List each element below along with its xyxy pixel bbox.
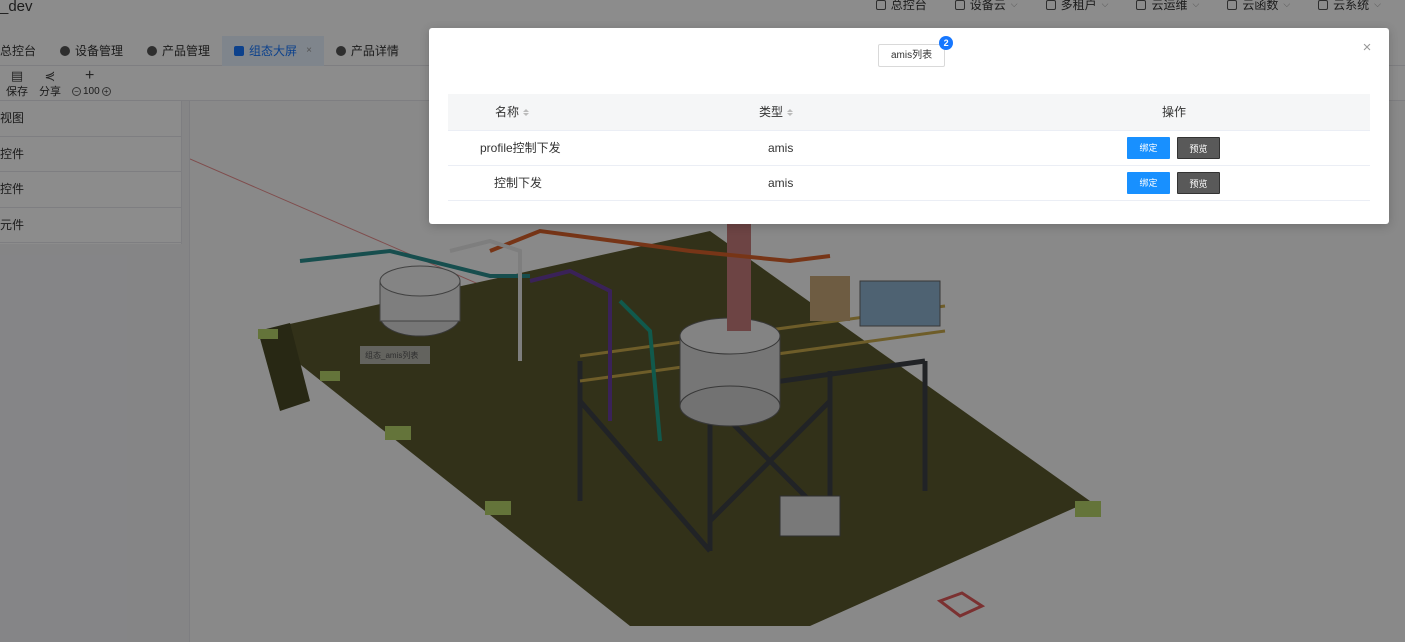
amis-list-tab[interactable]: amis列表 2 (878, 36, 954, 67)
table-row: 控制下发 amis 绑定 预览 (448, 166, 1370, 201)
preview-button[interactable]: 预览 (1177, 137, 1220, 159)
cell-type: amis (768, 176, 794, 190)
bind-button[interactable]: 绑定 (1127, 172, 1170, 194)
bind-button[interactable]: 绑定 (1127, 137, 1170, 159)
cell-name: 控制下发 (494, 176, 543, 190)
sort-icon[interactable] (523, 109, 530, 116)
sort-icon[interactable] (787, 109, 794, 116)
count-badge: 2 (939, 36, 954, 50)
amis-table: 名称 类型 操作 profile控制下发 amis 绑定 预览 控制下发 ami… (448, 94, 1370, 201)
preview-button[interactable]: 预览 (1177, 172, 1220, 194)
amis-list-dialog: × amis列表 2 名称 类型 操作 profile控制下发 amis 绑定 … (429, 28, 1389, 224)
table-header: 名称 类型 操作 (448, 94, 1370, 131)
column-action: 操作 (1162, 105, 1187, 119)
amis-list-button[interactable]: amis列表 (878, 44, 946, 67)
column-name[interactable]: 名称 (495, 94, 530, 131)
column-type[interactable]: 类型 (759, 94, 794, 131)
table-row: profile控制下发 amis 绑定 预览 (448, 131, 1370, 166)
close-icon[interactable]: × (1359, 40, 1375, 56)
cell-type: amis (768, 141, 794, 155)
cell-name: profile控制下发 (480, 141, 561, 155)
